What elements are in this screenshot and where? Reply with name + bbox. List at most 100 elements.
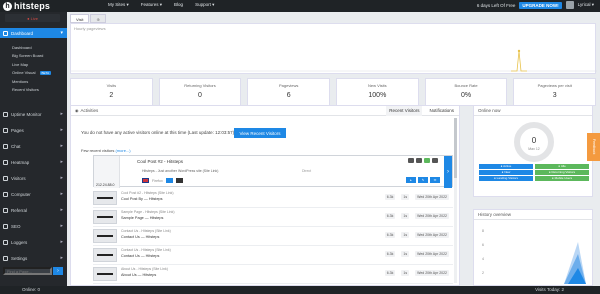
activity-scrollbar[interactable] [454,118,457,283]
loggers-icon [3,239,8,245]
sidebar-item-seo[interactable]: SEO ▸ [0,221,67,231]
chat-icon[interactable] [424,158,430,163]
heatmap-icon [3,159,8,165]
legend-new[interactable]: ● New [479,170,533,175]
row-time: 1s [401,251,410,257]
legend-landing[interactable]: ● Landing Visitors [479,176,533,181]
activities-title: Activities [80,108,99,113]
find-page-button[interactable]: › [53,267,63,275]
visitor-action-button[interactable]: ✎ [418,177,428,183]
user-menu[interactable]: Lyrical ▾ [578,2,594,8]
find-page-input[interactable] [3,267,52,275]
list-item[interactable]: Contact Us - Hitsteps (Site Link) Contac… [93,246,453,265]
chevron-down-icon: ▾ [60,30,63,36]
list-item[interactable]: Contact Us - Hitsteps (Site Link) Contac… [93,227,453,246]
visitor-action-button[interactable]: ▸ [406,177,416,183]
subitem-mentions[interactable]: Mentions [0,78,67,85]
online-legend: ● Active ● Idle ● New ● Returning Visito… [479,164,589,181]
history-chart: 8 6 4 2 [482,229,586,284]
view-recent-visitors-button[interactable]: View Recent Visitors [234,128,286,138]
list-item[interactable]: Sample Page - Hitsteps (Site Link) Sampl… [93,208,453,227]
stat-pageviews: Pageviews 6 [247,78,331,106]
upgrade-button[interactable]: UPGRADE NOW! [519,1,562,9]
subitem-online-visual[interactable]: Online Visual BETA [0,69,67,76]
row-subtitle: Sample Page — Hitsteps [121,216,164,220]
live-badge[interactable]: ● Live [5,14,60,22]
list-item[interactable]: About Us - Hitsteps (Site Link) About Us… [93,265,453,284]
list-item[interactable]: Cool Post #2 - Hitsteps (Site Link) Cool… [93,189,453,208]
row-title: Contact Us - Hitsteps (Site Link) [121,248,171,252]
subitem-big-screen-board[interactable]: Big Screen Board [0,52,67,59]
sidebar-item-pages[interactable]: Pages ▸ [0,125,67,135]
legend-idle[interactable]: ● Idle [535,164,589,169]
visitor-page-title[interactable]: Cool Post #2 - Hitsteps [137,159,183,164]
tab-visit[interactable]: Visit [70,14,90,23]
scrollbar-thumb[interactable] [454,118,457,178]
stat-label: Pageviews [279,83,299,88]
y-tick: 4 [482,257,484,261]
legend-active[interactable]: ● Active [479,164,533,169]
online-gauge: 0 Max 12 [514,122,554,162]
row-time: 1s [401,213,410,219]
gauge-sub: Max 12 [528,147,540,151]
stat-value: 3 [552,92,557,99]
row-date: Wed 20th Apr 2022 [415,232,449,238]
subitem-dashboard[interactable]: Dashboard [0,44,67,51]
sidebar-item-chat[interactable]: Chat ▸ [0,141,67,151]
subitem-live-map[interactable]: Live Map [0,61,67,68]
visitor-actions: ▸ ✎ ✉ [406,177,440,183]
sidebar-item-dashboard[interactable]: Dashboard ▾ [0,28,67,38]
no-visitors-notice: You do not have any active visitors onli… [81,130,235,135]
page-thumbnail [93,210,117,224]
sidebar-item-loggers[interactable]: Loggers ▸ [0,237,67,247]
tab-add[interactable]: ⊕ [90,14,106,23]
row-meta: 6.3k 1s Wed 20th Apr 2022 [384,251,449,257]
sidebar-item-referral[interactable]: Referral ▸ [0,205,67,215]
sidebar-item-settings[interactable]: Settings ▸ [0,253,67,263]
stat-value: 0% [460,92,472,99]
recent-more-link[interactable]: (more...) [115,148,130,153]
chat-icon [3,143,8,149]
visitor-page-url[interactable]: Hitsteps - Just another WordPress site (… [142,169,218,173]
sidebar-item-label: Settings [11,255,28,261]
activities-header: ◉ Activities Recent Visitors Notificatio… [71,106,459,116]
seo-icon [3,223,8,229]
visitor-action-button[interactable]: ✉ [430,177,440,183]
uk-flag-icon [142,178,149,183]
y-tick: 6 [482,243,484,247]
sidebar-item-visitors[interactable]: Visitors ▸ [0,173,67,183]
row-views: 6.3k [384,194,396,200]
sidebar-item-heatmap[interactable]: Heatmap ▸ [0,157,67,167]
activities-panel: ◉ Activities Recent Visitors Notificatio… [70,105,460,286]
stat-label: Pageviews per visit [537,83,572,88]
nav-blog[interactable]: Blog [174,2,183,8]
nav-my-sites[interactable]: My Sites ▾ [108,2,129,8]
feedback-tab[interactable]: Feedback [587,133,600,161]
sidebar-item-computer[interactable]: Computer ▸ [0,189,67,199]
stat-label: Visits [106,83,117,88]
row-date: Wed 20th Apr 2022 [415,213,449,219]
tab-notifications[interactable]: Notifications [426,106,457,116]
row-meta: 6.3k 1s Wed 20th Apr 2022 [384,213,449,219]
row-meta: 6.3k 1s Wed 20th Apr 2022 [384,270,449,276]
dashboard-icon [3,30,8,36]
logo[interactable]: h hitsteps [3,0,50,12]
stat-visits: Visits 2 [70,78,153,106]
tab-recent-visitors[interactable]: Recent Visitors [386,106,423,116]
visitor-card[interactable]: 212.24.88.0 Cool Post #2 - Hitsteps Hits… [93,155,453,188]
sidebar-item-label: Uptime Monitor [11,111,42,117]
avatar[interactable] [565,1,574,9]
row-views: 6.3k [384,251,396,257]
next-visitor-button[interactable]: › [444,156,452,188]
nav-features[interactable]: Features ▾ [141,2,162,8]
stat-value: 2 [109,92,114,99]
sidebar: ● Live Dashboard ▾ Dashboard Big Screen … [0,12,67,294]
stat-value: 100% [368,92,387,99]
legend-returning[interactable]: ● Returning Visitors [535,170,589,175]
sidebar-item-label: Computer [11,191,31,197]
sidebar-item-uptime[interactable]: Uptime Monitor ▸ [0,109,67,119]
sidebar-item-label: Chat [11,143,21,149]
legend-mobile[interactable]: ● Mobile Users [535,176,589,181]
subitem-recent-visitors[interactable]: Recent Visitors [0,86,67,93]
nav-support[interactable]: Support ▾ [195,2,214,8]
